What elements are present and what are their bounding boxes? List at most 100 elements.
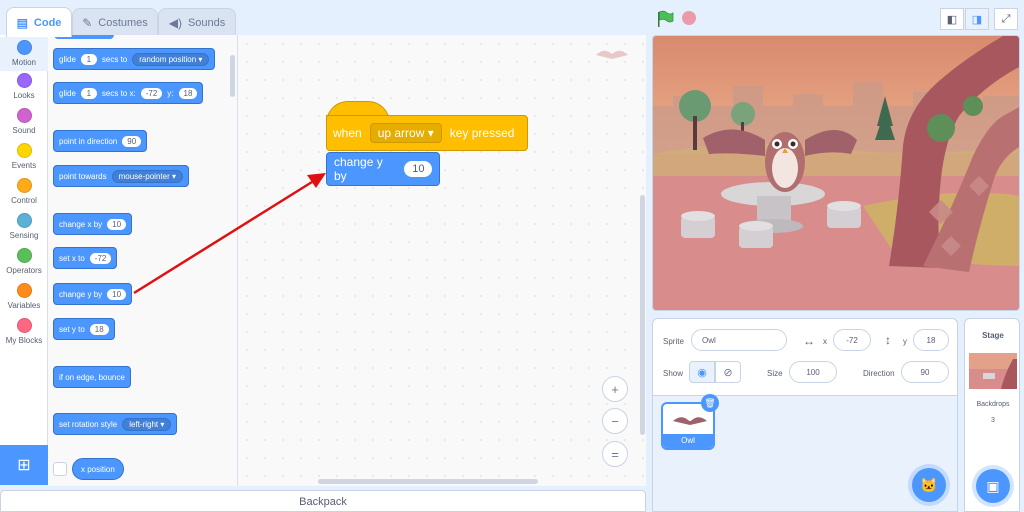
block-change-x[interactable]: change x by 10 [53,213,133,235]
block-set-y[interactable]: set y to 18 [53,318,115,340]
block-input[interactable]: -72 [89,252,112,264]
change-y-block[interactable]: change y by 10 [326,152,440,186]
category-label: Looks [13,91,35,100]
category-my-blocks[interactable]: My Blocks [0,318,48,345]
category-sensing[interactable]: Sensing [0,213,48,240]
y-field[interactable]: 18 [913,329,949,351]
choose-sprite-button[interactable]: 🐱 [912,468,946,502]
block-text: change y by [59,289,103,299]
script-scrollbar-vertical[interactable] [640,195,645,435]
script-area[interactable]: when up arrow key pressed change y by 10… [238,35,646,486]
category-dot [16,108,32,123]
category-sound[interactable]: Sound [0,108,48,135]
small-stage-button[interactable]: ◧ [940,8,964,30]
block-input[interactable]: 10 [107,288,127,300]
block-set-x[interactable]: set x to -72 [53,247,118,269]
brush-icon: ✎ [82,15,93,30]
block-input[interactable]: 10 [107,218,127,230]
block-text: set y to [59,324,85,334]
tab-sounds-label: Sounds [187,16,226,29]
tab-costumes[interactable]: ✎ Costumes [72,8,158,36]
backdrop-thumbnail [969,353,1017,389]
zoom-reset-icon: = [611,446,619,462]
backpack-bar[interactable]: Backpack [0,490,646,512]
category-control[interactable]: Control [0,178,48,205]
sprite-label: Sprite [663,337,684,346]
block-dropdown[interactable]: left-right [122,417,172,431]
block-set-rotation-style[interactable]: set rotation style left-right [53,413,178,435]
block-x-position[interactable]: x position [72,458,124,480]
green-flag-icon[interactable] [656,10,674,28]
category-dot [16,73,32,88]
sprite-name-value: Owl [702,335,716,345]
when-key-pressed-block[interactable]: when up arrow key pressed [326,115,528,151]
tab-code[interactable]: ▤ Code [6,7,72,37]
block-glide-random[interactable]: glide 1 secs to random position [53,48,216,70]
block-glide-xy[interactable]: glide 1 secs to x: -72 y: 18 [53,82,204,104]
delete-sprite-button[interactable]: 🗑 [701,394,719,412]
large-stage-button[interactable]: ◨ [965,8,989,30]
block-input[interactable]: 10 [404,161,432,177]
direction-field[interactable]: 90 [901,361,949,383]
block-input[interactable]: -72 [140,87,163,99]
choose-backdrop-button[interactable]: ▣ [976,469,1010,503]
zoom-out-button[interactable]: − [602,408,628,434]
block-change-y[interactable]: change y by 10 [53,283,133,305]
block-input[interactable]: 1 [80,87,97,99]
sprite-info-pane: Sprite Owl ↔ x -72 ↕ y 18 Show ◉ ⊘ Size … [652,318,958,396]
block-dropdown[interactable]: random position [132,52,210,66]
block-text: y: [167,88,174,98]
category-motion[interactable]: Motion [0,37,48,71]
direction-label: Direction [863,369,895,378]
block-dropdown[interactable]: mouse-pointer [111,169,183,183]
block-if-on-edge-bounce[interactable]: if on edge, bounce [53,366,131,388]
x-position-checkbox[interactable] [53,462,67,476]
fullscreen-button[interactable]: ⤢ [994,8,1018,30]
script-scrollbar-horizontal[interactable] [318,479,538,484]
category-label: My Blocks [5,336,43,345]
show-visible-button[interactable]: ◉ [689,361,715,383]
block-text: glide [59,88,76,98]
stage-selector-pane[interactable]: Stage Backdrops 3 ▣ [964,318,1020,512]
add-backdrop-icon: ▣ [986,477,1000,494]
block-text: set rotation style [59,419,118,429]
block-point-in-direction[interactable]: point in direction 90 [53,130,148,152]
sprite-name-field[interactable]: Owl [691,329,787,351]
stage-canvas[interactable] [652,35,1020,311]
x-arrow-icon: ↔ [803,334,815,348]
extension-icon: ⊞ [17,457,31,474]
zoom-reset-button[interactable]: = [602,441,628,467]
x-value: -72 [846,335,858,345]
category-operators[interactable]: Operators [0,248,48,275]
category-variables[interactable]: Variables [0,283,48,310]
palette-scrollbar[interactable] [230,55,235,97]
eye-icon: ◉ [697,366,707,379]
block-point-towards[interactable]: point towards mouse-pointer [53,165,189,187]
add-extension-button[interactable]: ⊞ [0,445,48,485]
show-label: Show [663,369,684,378]
category-looks[interactable]: Looks [0,73,48,100]
show-hidden-button[interactable]: ⊘ [715,361,741,383]
category-events[interactable]: Events [0,143,48,170]
category-dot [16,40,32,55]
tab-code-label: Code [33,16,62,29]
stage-backdrop [653,36,1019,310]
block-text: glide [59,54,76,64]
sprite-list: Owl 🗑 🐱 [652,394,958,512]
tab-sounds[interactable]: ◀) Sounds [158,8,236,36]
zoom-in-button[interactable]: + [602,376,628,402]
block-input[interactable]: 18 [178,87,198,99]
block-input[interactable]: 18 [89,323,109,335]
block-text: set x to [59,253,85,263]
block-text: change x by [59,219,103,229]
size-field[interactable]: 100 [789,361,837,383]
block-input[interactable]: 1 [80,53,97,65]
key-dropdown[interactable]: up arrow [369,123,442,143]
block-input[interactable]: 90 [122,135,142,147]
block-text: change y by [334,155,383,183]
stop-icon[interactable] [682,11,696,25]
category-label: Control [11,196,37,205]
x-field[interactable]: -72 [833,329,871,351]
y-arrow-icon: ↕ [885,333,891,347]
category-dot [16,213,32,228]
